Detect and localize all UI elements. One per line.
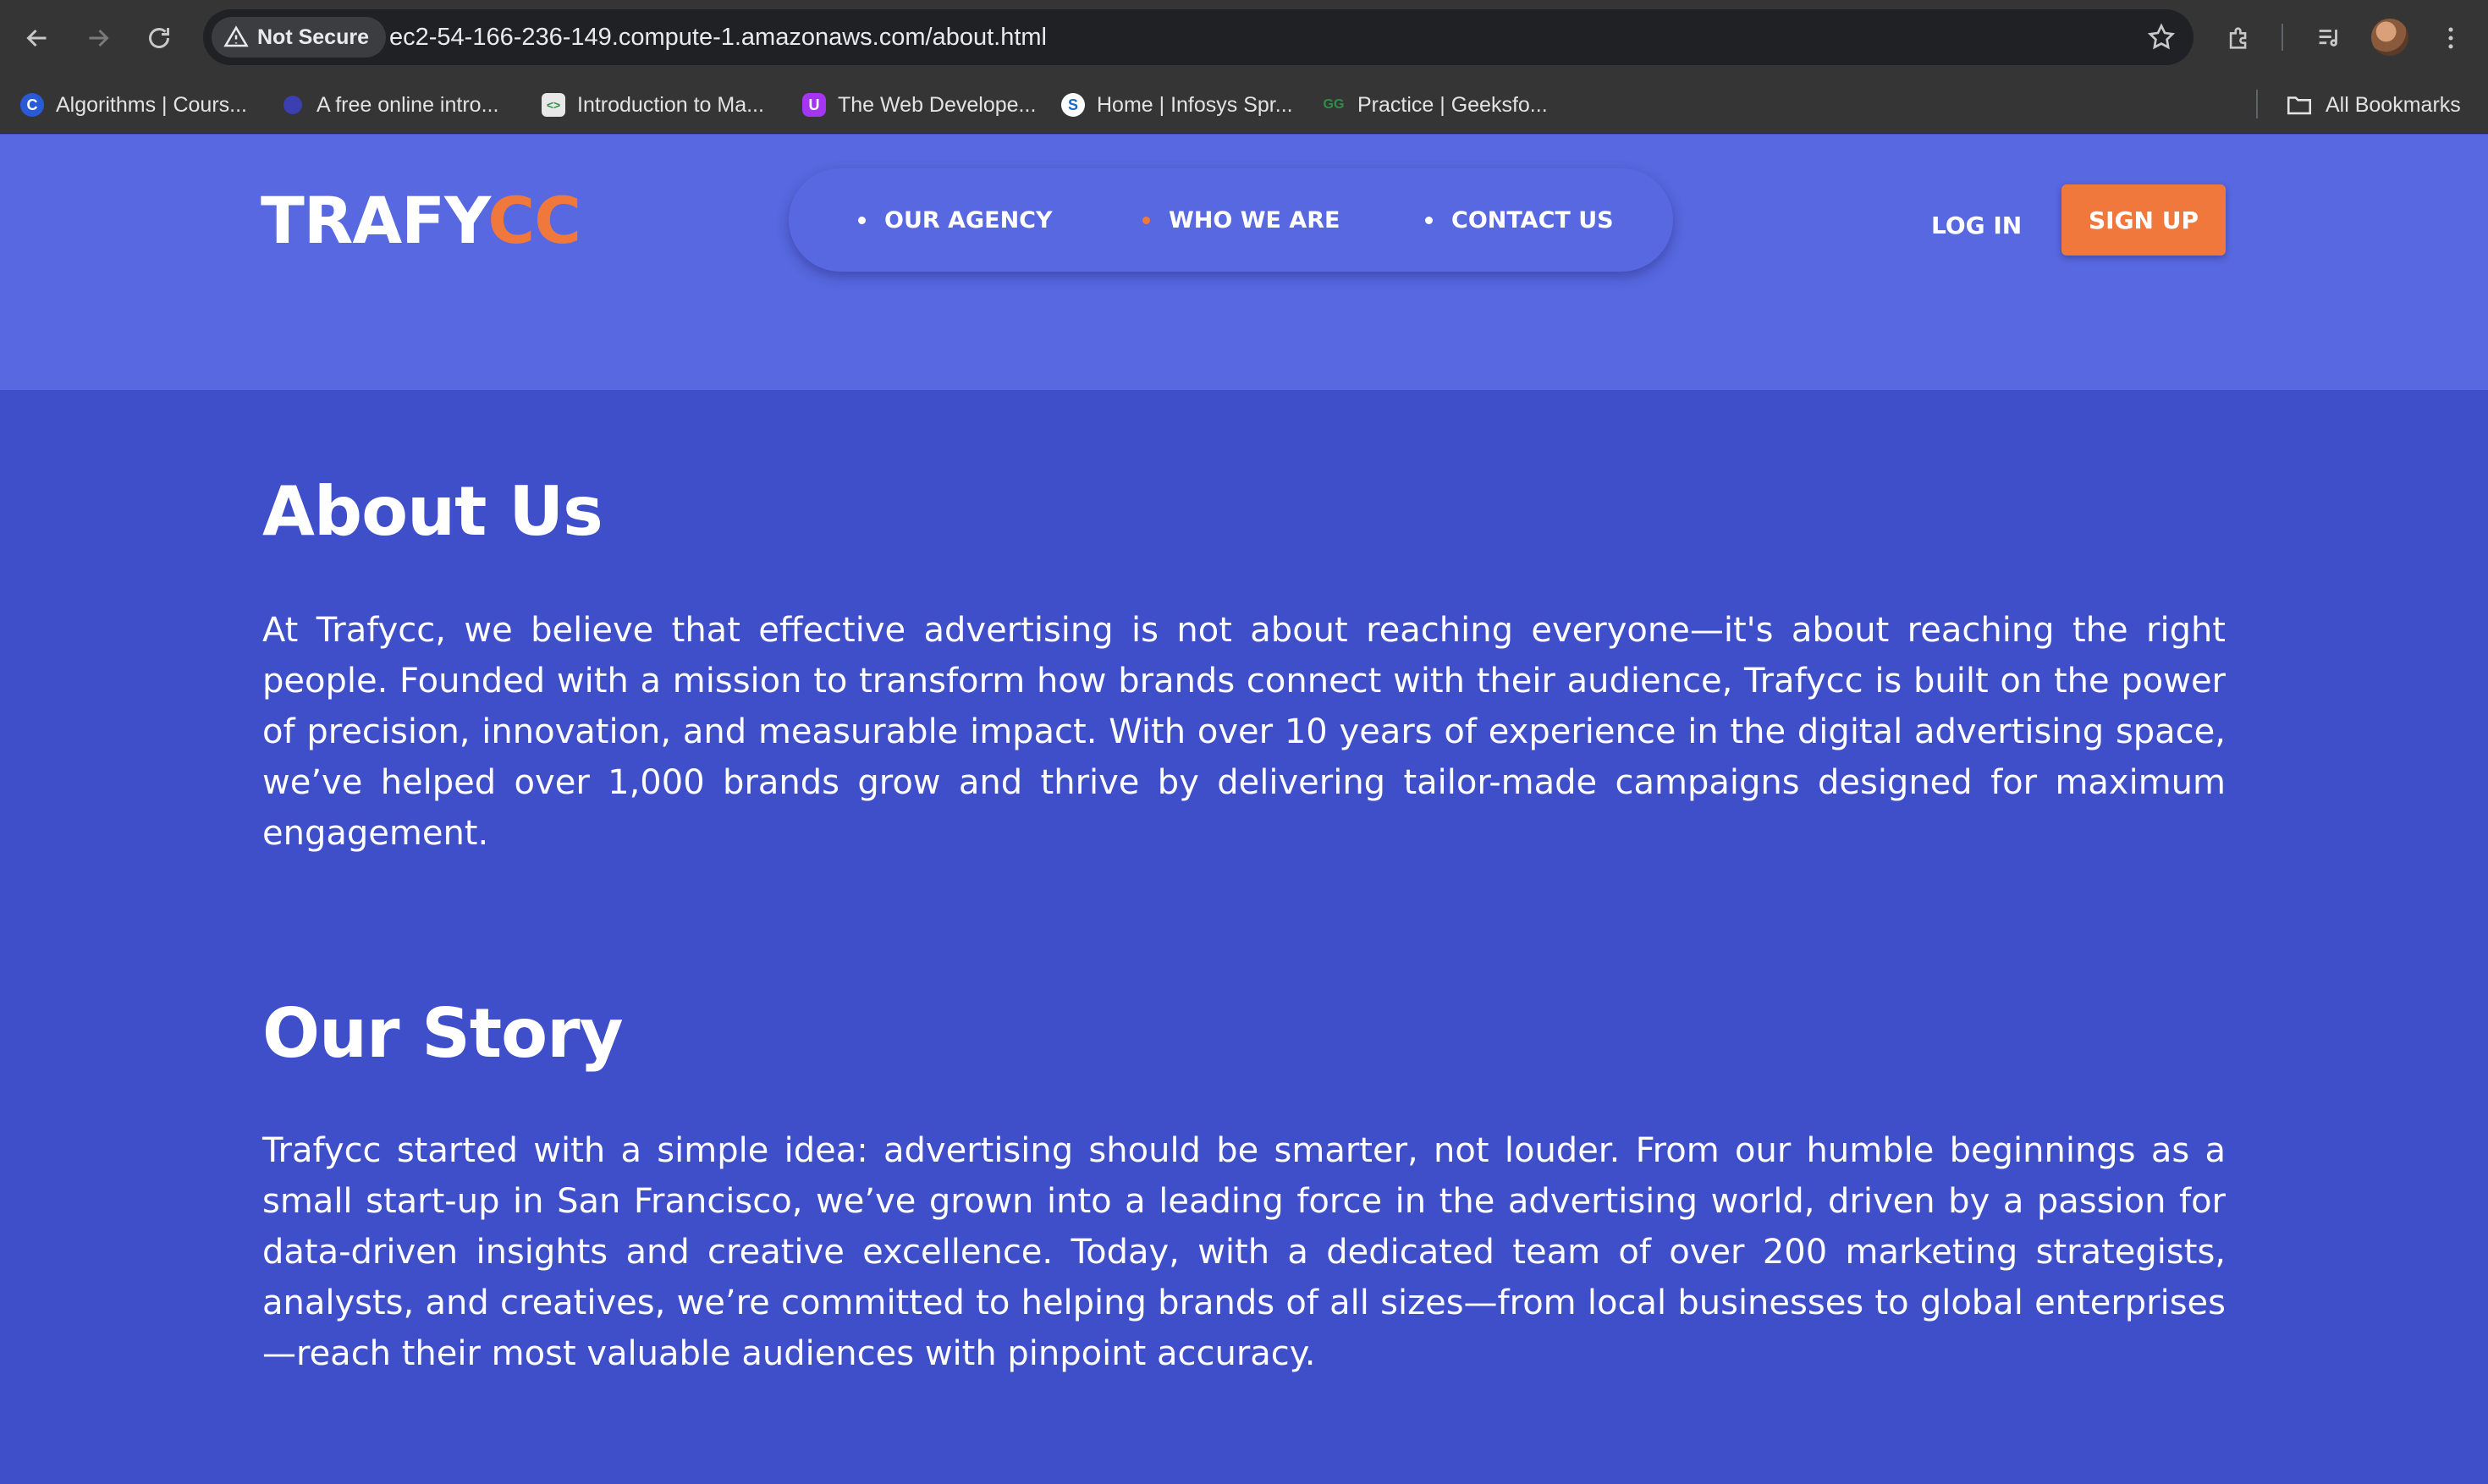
toolbar-divider [2282,24,2283,51]
security-indicator[interactable]: Not Secure [212,17,386,58]
infosys-icon: S [1061,93,1085,117]
profile-avatar[interactable] [2371,19,2408,56]
forward-button[interactable] [78,18,118,58]
security-label: Not Secure [257,25,369,49]
story-paragraph: Trafycc started with a simple idea: adve… [262,1131,2226,1373]
nav-bullet-active [1142,216,1150,224]
arrow-right-icon [89,29,109,47]
browser-menu-button[interactable] [2430,18,2471,58]
nav-bullet [858,216,866,224]
more-vertical-icon [2448,27,2453,49]
logo-main: TRAFY [261,183,488,258]
media-controls-button[interactable] [2309,18,2349,58]
logo-accent: CC [487,183,581,258]
bookmark-label: Algorithms | Cours... [56,92,248,117]
media-queue-icon [2319,30,2337,47]
bookmark-item[interactable]: <> Introduction to Ma... [542,88,764,122]
nav-who-we-are[interactable]: WHO WE ARE [1142,168,1340,272]
about-paragraph: At Trafycc, we believe that effective ad… [262,611,2226,853]
story-heading: Our Story [262,994,624,1073]
url-text[interactable]: ec2-54-166-236-149.compute-1.amazonaws.c… [389,9,1047,65]
bookmark-item[interactable]: GG Practice | Geeksfo... [1322,88,1548,122]
all-bookmarks-button[interactable]: All Bookmarks [2285,88,2461,122]
nav-contact-us[interactable]: CONTACT US [1425,168,1614,272]
bookmark-label: Practice | Geeksfo... [1357,92,1548,117]
star-icon[interactable] [2146,22,2177,52]
puzzle-icon [2229,27,2247,49]
site-logo[interactable]: TRAFYCC [261,189,581,253]
warning-icon [223,25,249,47]
login-link[interactable]: LOG IN [1931,206,2022,246]
udemy-icon: U [802,93,826,117]
back-button[interactable] [17,18,58,58]
nav-our-agency[interactable]: OUR AGENCY [858,168,1053,272]
bookmark-item[interactable]: U The Web Develope... [802,88,1036,122]
bookmark-item[interactable]: C Algorithms | Cours... [20,88,247,122]
nav-label: CONTACT US [1451,206,1614,234]
reload-button[interactable] [139,18,179,58]
coursera-icon: C [20,93,44,117]
nav-bullet [1425,216,1433,224]
all-bookmarks-label: All Bookmarks [2326,92,2461,117]
bookmark-label: The Web Develope... [838,92,1037,117]
bookmark-label: A free online intro... [317,92,499,117]
geeksforgeeks-icon: GG [1323,97,1345,112]
browser-toolbar: Not Secure ec2-54-166-236-149.compute-1.… [0,0,2488,76]
signup-button[interactable]: SIGN UP [2061,184,2226,256]
address-bar[interactable]: Not Secure ec2-54-166-236-149.compute-1.… [203,9,2194,65]
site-header: TRAFYCC OUR AGENCY WHO WE ARE CONTACT US… [0,135,2488,390]
bookmark-item[interactable]: S Home | Infosys Spr... [1061,88,1293,122]
folder-icon [2287,96,2312,115]
about-heading: About Us [262,472,603,551]
bookmark-label: Introduction to Ma... [577,92,764,117]
nav-label: WHO WE ARE [1169,206,1340,234]
reload-icon [149,28,169,48]
nav-label: OUR AGENCY [884,206,1053,234]
bookmarks-divider [2256,90,2258,118]
bookmark-item[interactable]: A free online intro... [281,88,498,122]
dot-icon [281,93,305,117]
main-nav: OUR AGENCY WHO WE ARE CONTACT US [789,168,1673,272]
extensions-button[interactable] [2219,18,2260,58]
bookmarks-bar: C Algorithms | Cours... A free online in… [0,76,2488,134]
bookmark-label: Home | Infosys Spr... [1097,92,1293,117]
arrow-left-icon [26,29,47,47]
code-icon: <> [542,93,565,117]
